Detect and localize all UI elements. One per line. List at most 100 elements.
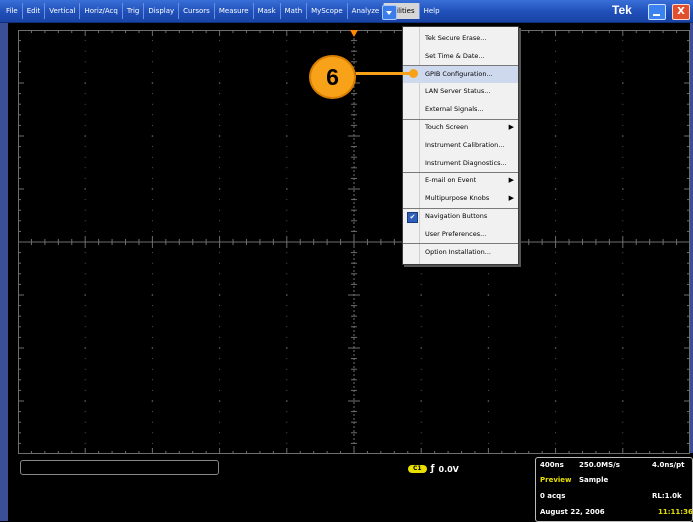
grid-dot bbox=[151, 82, 154, 84]
grid-subdot bbox=[219, 368, 221, 370]
menu-bar: File Edit Vertical Horiz/Acq Trig Display Curs… bbox=[0, 0, 693, 23]
trigger-readout[interactable]: C1 ƒ 0.0V bbox=[408, 463, 459, 475]
grid-subdot bbox=[286, 156, 288, 158]
grid-dot bbox=[286, 135, 288, 137]
menu-vertical[interactable]: Vertical bbox=[45, 3, 81, 19]
menu-display[interactable]: Display bbox=[144, 3, 180, 19]
grid-subdot bbox=[555, 50, 557, 52]
grid-subdot bbox=[555, 199, 557, 201]
date: August 22, 2006 bbox=[540, 508, 605, 516]
grid-subdot bbox=[286, 124, 288, 126]
menu-item-user-preferences[interactable]: User Preferences... bbox=[403, 226, 518, 243]
grid-subdot bbox=[151, 114, 153, 116]
menu-trig[interactable]: Trig bbox=[123, 3, 145, 19]
menu-item-tek-secure-erase[interactable]: Tek Secure Erase... bbox=[403, 30, 518, 47]
menu-item-label: Option Installation... bbox=[425, 247, 491, 256]
menu-item-external-signals[interactable]: External Signals... bbox=[403, 101, 518, 118]
grid-subdot bbox=[219, 432, 221, 434]
menu-dropdown-button[interactable] bbox=[382, 5, 397, 20]
grid-subdot bbox=[555, 273, 557, 275]
grid-subdot bbox=[84, 177, 86, 179]
grid-subdot bbox=[487, 326, 489, 328]
time-per-point: 4.0ns/pt bbox=[652, 461, 685, 469]
grid-subdot bbox=[420, 411, 422, 413]
grid-subdot bbox=[487, 432, 489, 434]
minimize-button[interactable] bbox=[648, 4, 666, 20]
menu-item-instrument-calibration[interactable]: Instrument Calibration... bbox=[403, 137, 518, 154]
menu-item-label: Instrument Calibration... bbox=[425, 140, 505, 149]
menu-myscope[interactable]: MyScope bbox=[307, 3, 348, 19]
grid-subdot bbox=[420, 336, 422, 338]
grid-subdot bbox=[622, 40, 624, 42]
grid-subdot bbox=[420, 442, 422, 444]
menu-item-touch-screen[interactable]: Touch Screen ▶ bbox=[403, 119, 518, 136]
grid-dot bbox=[218, 347, 221, 349]
menu-analyze[interactable]: Analyze bbox=[348, 3, 385, 19]
grid-subdot bbox=[420, 432, 422, 434]
grid-subdot bbox=[84, 230, 86, 232]
grid-dot bbox=[622, 135, 624, 137]
acq-mode: Preview bbox=[540, 476, 572, 484]
sample-rate: 250.0MS/s bbox=[579, 461, 620, 469]
grid-dot bbox=[487, 347, 490, 349]
grid-subdot bbox=[555, 368, 557, 370]
grid-subdot bbox=[622, 209, 624, 211]
menu-item-set-time-date[interactable]: Set Time & Date... bbox=[403, 48, 518, 65]
grid-subdot bbox=[555, 283, 557, 285]
grid-subdot bbox=[151, 124, 153, 126]
menu-item-gpib-configuration[interactable]: GPIB Configuration... bbox=[403, 65, 518, 83]
bottom-panel: C1 ƒ 0.0V 400ns 250.0MS/s 4.0ns/pt Previ… bbox=[8, 455, 693, 522]
grid-subdot bbox=[84, 61, 86, 63]
grid-subdot bbox=[420, 379, 422, 381]
menu-math[interactable]: Math bbox=[281, 3, 308, 19]
grid-dot bbox=[84, 400, 86, 402]
waveform-graticule[interactable] bbox=[18, 30, 690, 454]
grid-subdot bbox=[555, 336, 557, 338]
grid-subdot bbox=[286, 230, 288, 232]
grid-subdot bbox=[84, 305, 86, 307]
grid-subdot bbox=[84, 252, 86, 254]
menu-item-option-installation[interactable]: Option Installation... bbox=[403, 244, 518, 261]
menu-measure[interactable]: Measure bbox=[215, 3, 254, 19]
grid-subdot bbox=[622, 283, 624, 285]
menu-item-multipurpose-knobs[interactable]: Multipurpose Knobs ▶ bbox=[403, 190, 518, 207]
close-button[interactable]: X bbox=[672, 4, 690, 20]
grid-subdot bbox=[487, 336, 489, 338]
grid-subdot bbox=[151, 71, 153, 73]
grid-dot bbox=[622, 82, 624, 84]
menu-edit[interactable]: Edit bbox=[23, 3, 46, 19]
grid-subdot bbox=[219, 283, 221, 285]
grid-dot bbox=[554, 347, 557, 349]
menu-items: File Edit Vertical Horiz/Acq Trig Display Curs… bbox=[2, 3, 444, 19]
menu-horiz-acq[interactable]: Horiz/Acq bbox=[80, 3, 123, 19]
menu-mask[interactable]: Mask bbox=[254, 3, 281, 19]
grid-subdot bbox=[622, 50, 624, 52]
grid-subdot bbox=[286, 209, 288, 211]
menu-item-lan-server-status[interactable]: LAN Server Status... bbox=[403, 83, 518, 100]
grid-dot bbox=[420, 347, 423, 349]
acquisition-panel[interactable]: 400ns 250.0MS/s 4.0ns/pt Preview Sample … bbox=[535, 457, 693, 522]
grid-subdot bbox=[555, 358, 557, 360]
grid-subdot bbox=[622, 124, 624, 126]
menu-item-instrument-diagnostics[interactable]: Instrument Diagnostics... bbox=[403, 155, 518, 172]
grid-subdot bbox=[219, 273, 221, 275]
menu-item-label: GPIB Configuration... bbox=[425, 69, 493, 78]
grid-dot bbox=[622, 400, 624, 402]
menu-item-e-mail-on-event[interactable]: E-mail on Event ▶ bbox=[403, 172, 518, 189]
grid-subdot bbox=[219, 103, 221, 105]
menu-cursors[interactable]: Cursors bbox=[179, 3, 215, 19]
menu-file[interactable]: File bbox=[2, 3, 23, 19]
grid-subdot bbox=[219, 146, 221, 148]
menu-item-label: Multipurpose Knobs bbox=[425, 194, 490, 203]
submenu-arrow-icon: ▶ bbox=[508, 194, 514, 203]
grid-subdot bbox=[555, 230, 557, 232]
grid-subdot bbox=[151, 432, 153, 434]
grid-subdot bbox=[151, 315, 153, 317]
grid-subdot bbox=[555, 421, 557, 423]
grid-subdot bbox=[151, 389, 153, 391]
menu-item-label: Set Time & Date... bbox=[425, 51, 485, 60]
menu-help[interactable]: Help bbox=[420, 3, 444, 19]
grid-subdot bbox=[420, 283, 422, 285]
channel-1-badge: C1 bbox=[408, 465, 427, 473]
menu-item-navigation-buttons[interactable]: Navigation Buttons ✔ bbox=[403, 208, 518, 225]
